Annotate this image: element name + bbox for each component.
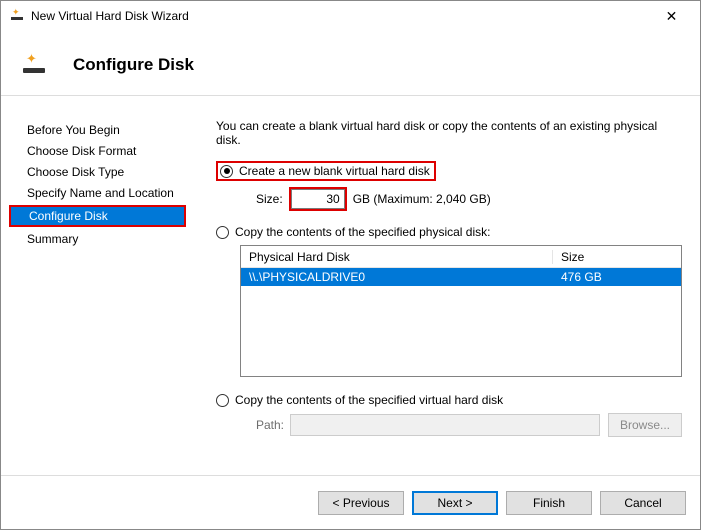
col-size[interactable]: Size (553, 250, 681, 264)
step-choose-disk-format[interactable]: Choose Disk Format (1, 142, 194, 160)
table-row[interactable]: \\.\PHYSICALDRIVE0 476 GB (241, 268, 681, 286)
cancel-button[interactable]: Cancel (600, 491, 686, 515)
next-button[interactable]: Next > (412, 491, 498, 515)
step-summary[interactable]: Summary (1, 230, 194, 248)
col-physical-disk[interactable]: Physical Hard Disk (241, 250, 553, 264)
intro-text: You can create a blank virtual hard disk… (216, 119, 682, 147)
step-specify-name-location[interactable]: Specify Name and Location (1, 184, 194, 202)
path-input (290, 414, 600, 436)
wizard-icon-large: ✦ (19, 49, 51, 81)
path-label: Path: (256, 418, 284, 432)
titlebar: ✦ New Virtual Hard Disk Wizard ✕ (1, 1, 700, 31)
wizard-content: You can create a blank virtual hard disk… (194, 103, 700, 475)
size-input[interactable] (291, 189, 345, 209)
page-title: Configure Disk (73, 55, 194, 75)
radio-copy-physical[interactable] (216, 226, 229, 239)
wizard-icon: ✦ (9, 8, 25, 24)
physical-disk-table[interactable]: Physical Hard Disk Size \\.\PHYSICALDRIV… (240, 245, 682, 377)
wizard-steps: Before You Begin Choose Disk Format Choo… (1, 103, 194, 475)
cell-size: 476 GB (553, 270, 681, 284)
size-unit: GB (Maximum: 2,040 GB) (353, 192, 491, 206)
step-configure-disk[interactable]: Configure Disk (11, 207, 184, 225)
highlight-box (289, 187, 347, 211)
highlight-box: Configure Disk (9, 205, 186, 227)
window-title: New Virtual Hard Disk Wizard (31, 9, 189, 23)
highlight-box: Create a new blank virtual hard disk (216, 161, 436, 181)
size-label: Size: (256, 192, 283, 206)
radio-create-blank[interactable] (220, 165, 233, 178)
wizard-header: ✦ Configure Disk (1, 31, 700, 95)
step-before-you-begin[interactable]: Before You Begin (1, 121, 194, 139)
browse-button: Browse... (608, 413, 682, 437)
wizard-footer: < Previous Next > Finish Cancel (1, 475, 700, 529)
step-choose-disk-type[interactable]: Choose Disk Type (1, 163, 194, 181)
radio-copy-physical-label: Copy the contents of the specified physi… (235, 225, 490, 239)
cell-disk: \\.\PHYSICALDRIVE0 (241, 270, 553, 284)
radio-copy-vhd[interactable] (216, 394, 229, 407)
radio-copy-vhd-label: Copy the contents of the specified virtu… (235, 393, 503, 407)
radio-create-blank-label: Create a new blank virtual hard disk (239, 164, 430, 178)
finish-button[interactable]: Finish (506, 491, 592, 515)
previous-button[interactable]: < Previous (318, 491, 404, 515)
close-icon[interactable]: ✕ (649, 2, 694, 30)
